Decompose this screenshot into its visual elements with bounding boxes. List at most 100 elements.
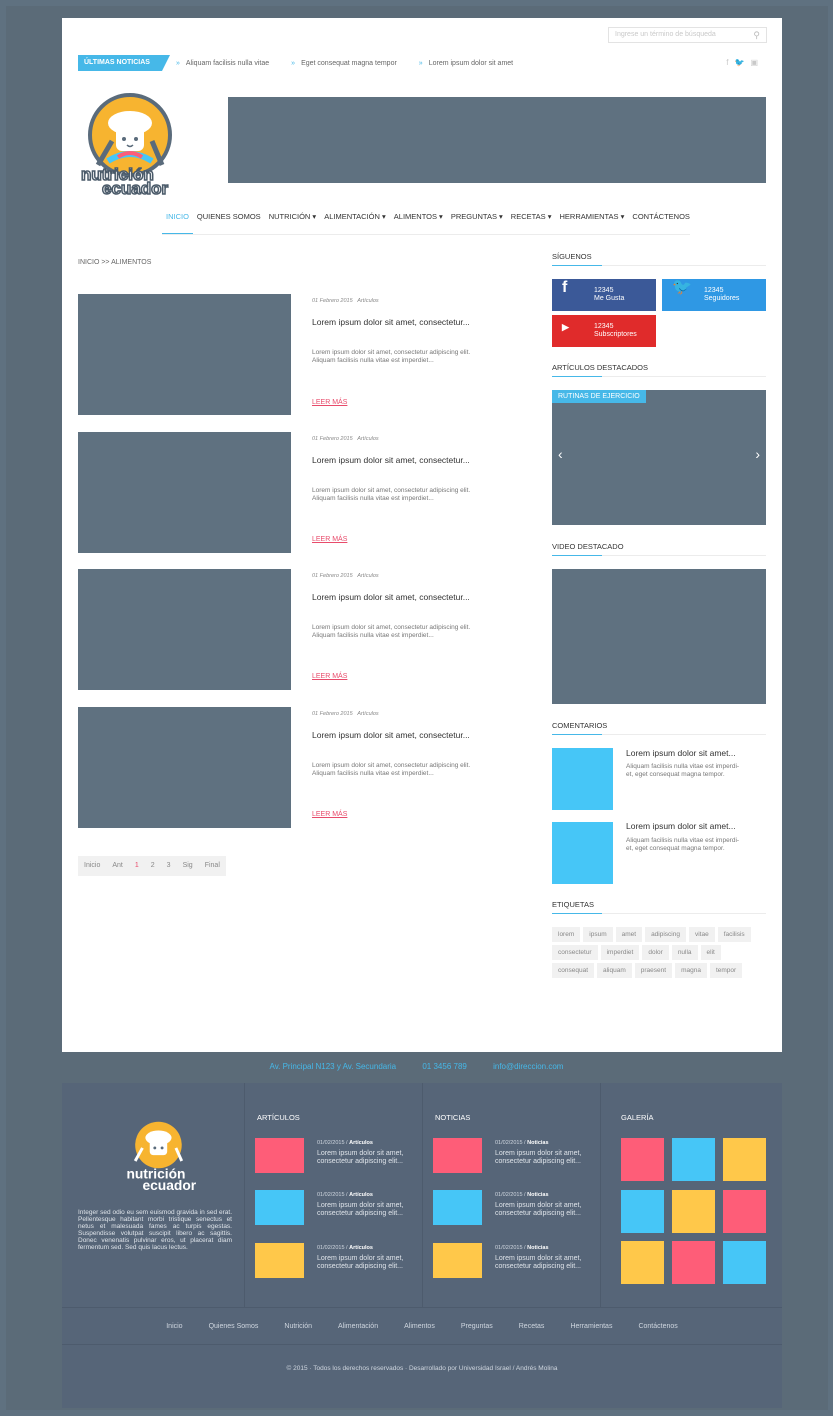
footer-nav-alimentos[interactable]: Alimentos [404, 1323, 435, 1330]
footer-nav-nutricion[interactable]: Nutrición [284, 1323, 312, 1330]
twitter-icon[interactable]: 🐦 [734, 58, 750, 67]
article-image[interactable] [78, 707, 291, 828]
article-title[interactable]: Lorem ipsum dolor sit amet, consectetur.… [312, 592, 470, 602]
tag[interactable]: aliquam [597, 963, 632, 978]
article-title[interactable]: Lorem ipsum dolor sit amet, consectetur.… [312, 730, 470, 740]
footer-nav-herramientas[interactable]: Herramientas [570, 1323, 612, 1330]
comment-avatar[interactable] [552, 748, 613, 810]
facebook-button[interactable]: f 12345 Me Gusta [552, 279, 656, 311]
tag[interactable]: tempor [709, 963, 743, 978]
nav-item-quienes-somos[interactable]: QUIENES SOMOS [193, 211, 265, 235]
page-last[interactable]: Final [199, 856, 226, 876]
article-title[interactable]: Lorem ipsum dolor sit amet, consectetur.… [312, 455, 470, 465]
read-more-link[interactable]: LEER MÁS [312, 811, 347, 818]
contact-phone[interactable]: 01 3456 789 [422, 1062, 467, 1071]
page-3[interactable]: 3 [161, 856, 177, 876]
search-icon[interactable]: ⚲ [753, 30, 760, 41]
nav-item-alimentos[interactable]: ALIMENTOS ▾ [390, 211, 447, 235]
tag[interactable]: magna [675, 963, 707, 978]
contact-email[interactable]: info@direccion.com [493, 1062, 563, 1071]
ticker-item[interactable]: » Aliquam facilisis nulla vitae [176, 60, 269, 67]
comment-avatar[interactable] [552, 822, 613, 884]
page-1[interactable]: 1 [129, 856, 145, 876]
tag[interactable]: facilisis [717, 927, 751, 942]
twitter-button[interactable]: 🐦 12345 Seguidores [662, 279, 766, 311]
ticker-item[interactable]: » Lorem ipsum dolor sit amet [419, 60, 513, 67]
read-more-link[interactable]: LEER MÁS [312, 399, 347, 406]
nav-item-nutricion[interactable]: NUTRICIÓN ▾ [265, 211, 321, 235]
youtube-icon[interactable]: ▣ [750, 58, 764, 67]
tag[interactable]: elit [700, 945, 721, 960]
footer-news-text[interactable]: Lorem ipsum dolor sit amet, consectetur a… [495, 1150, 605, 1166]
footer-article-text[interactable]: Lorem ipsum dolor sit amet, consectetur a… [317, 1150, 427, 1166]
footer-logo[interactable]: nutrición ecuador [112, 1113, 202, 1193]
featured-tag[interactable]: RUTINAS DE EJERCICIO [552, 390, 646, 403]
site-logo[interactable]: nutrición ecuador [78, 85, 198, 195]
article-image[interactable] [78, 432, 291, 553]
tag[interactable]: ipsum [583, 927, 613, 942]
header-banner[interactable] [228, 97, 766, 183]
footer-news-text[interactable]: Lorem ipsum dolor sit amet, consectetur a… [495, 1202, 605, 1218]
tag[interactable]: dolor [642, 945, 669, 960]
tag[interactable]: consequat [552, 963, 594, 978]
search-input[interactable]: Ingrese un término de búsqueda ⚲ [608, 27, 767, 43]
gallery-thumb[interactable] [672, 1138, 715, 1181]
gallery-thumb[interactable] [723, 1138, 766, 1181]
footer-news-thumb[interactable] [433, 1138, 482, 1173]
article-title[interactable]: Lorem ipsum dolor sit amet, consectetur.… [312, 317, 470, 327]
nav-item-contactenos[interactable]: CONTÁCTENOS [628, 211, 694, 235]
footer-nav-alimentacion[interactable]: Alimentación [338, 1323, 378, 1330]
footer-article-thumb[interactable] [255, 1190, 304, 1225]
gallery-thumb[interactable] [621, 1241, 664, 1284]
footer-nav-recetas[interactable]: Recetas [519, 1323, 545, 1330]
gallery-thumb[interactable] [672, 1190, 715, 1233]
page-prev[interactable]: Ant [106, 856, 129, 876]
footer-nav-contactenos[interactable]: Contáctenos [638, 1323, 677, 1330]
footer-nav-quienes-somos[interactable]: Quienes Somos [209, 1323, 259, 1330]
breadcrumb[interactable]: INICIO >> ALIMENTOS [78, 259, 151, 266]
gallery-thumb[interactable] [621, 1190, 664, 1233]
footer-article-thumb[interactable] [255, 1243, 304, 1278]
nav-item-alimentacion[interactable]: ALIMENTACIÓN ▾ [320, 211, 390, 235]
comment-title[interactable]: Lorem ipsum dolor sit amet... [626, 821, 736, 831]
footer-article-text[interactable]: Lorem ipsum dolor sit amet, consectetur a… [317, 1202, 427, 1218]
tag[interactable]: amet [615, 927, 643, 942]
footer-nav-inicio[interactable]: Inicio [166, 1323, 182, 1330]
footer-news-text[interactable]: Lorem ipsum dolor sit amet, consectetur a… [495, 1255, 605, 1271]
gallery-thumb[interactable] [621, 1138, 664, 1181]
nav-item-herramientas[interactable]: HERRAMIENTAS ▾ [556, 211, 629, 235]
gallery-thumb[interactable] [723, 1241, 766, 1284]
footer-article-text[interactable]: Lorem ipsum dolor sit amet, consectetur a… [317, 1255, 427, 1271]
page-2[interactable]: 2 [145, 856, 161, 876]
article-image[interactable] [78, 294, 291, 415]
ticker-item[interactable]: » Eget consequat magna tempor [291, 60, 397, 67]
nav-item-inicio[interactable]: INICIO [162, 211, 193, 235]
gallery-thumb[interactable] [672, 1241, 715, 1284]
tag[interactable]: adipiscing [645, 927, 686, 942]
nav-item-recetas[interactable]: RECETAS ▾ [507, 211, 556, 235]
tag[interactable]: vitae [688, 927, 715, 942]
youtube-button[interactable]: ▶ 12345 Subscriptores [552, 315, 656, 347]
chevron-right-icon[interactable]: › [755, 446, 760, 462]
featured-video[interactable] [552, 569, 766, 704]
featured-slider[interactable]: RUTINAS DE EJERCICIO ‹ › [552, 390, 766, 525]
read-more-link[interactable]: LEER MÁS [312, 673, 347, 680]
tag[interactable]: imperdiet [600, 945, 640, 960]
tag[interactable]: consectetur [552, 945, 598, 960]
tag[interactable]: praesent [634, 963, 673, 978]
footer-news-thumb[interactable] [433, 1190, 482, 1225]
gallery-thumb[interactable] [723, 1190, 766, 1233]
tag[interactable]: lorem [552, 927, 581, 942]
footer-nav-preguntas[interactable]: Preguntas [461, 1323, 493, 1330]
read-more-link[interactable]: LEER MÁS [312, 536, 347, 543]
tag[interactable]: nulla [671, 945, 698, 960]
nav-item-preguntas[interactable]: PREGUNTAS ▾ [447, 211, 507, 235]
article-image[interactable] [78, 569, 291, 690]
page-first[interactable]: Inicio [78, 856, 106, 876]
chevron-left-icon[interactable]: ‹ [558, 446, 563, 462]
footer-news-meta: 01/02/2015 / Noticias [495, 1192, 549, 1198]
page-next[interactable]: Sig [177, 856, 199, 876]
footer-article-thumb[interactable] [255, 1138, 304, 1173]
comment-title[interactable]: Lorem ipsum dolor sit amet... [626, 748, 736, 758]
footer-news-thumb[interactable] [433, 1243, 482, 1278]
